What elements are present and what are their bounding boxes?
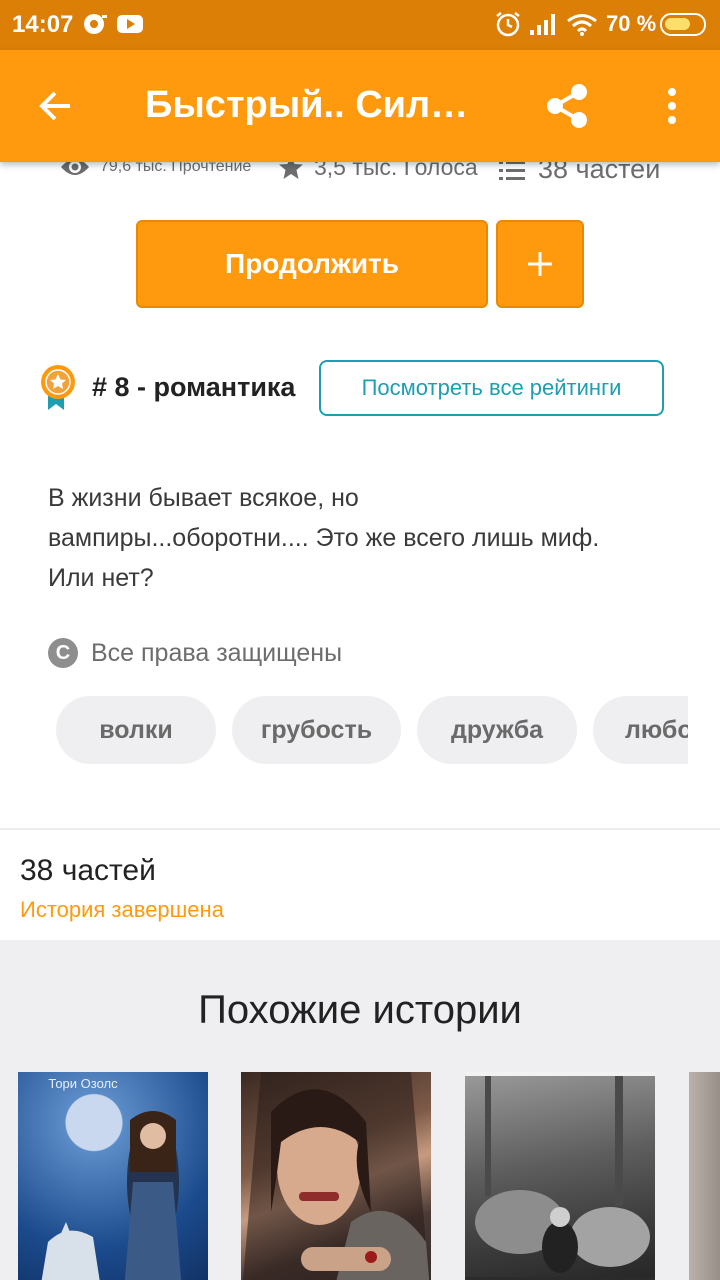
- similar-stories-section: Похожие истории Тори Озолс: [0, 940, 720, 1280]
- section-divider: [0, 828, 720, 830]
- tags-list: волки грубость дружба любо: [56, 696, 688, 766]
- description-line: Или нет?: [48, 564, 154, 592]
- status-bar: 14:07 70 %: [0, 0, 720, 50]
- more-menu-button[interactable]: [640, 74, 704, 138]
- view-all-rankings-button[interactable]: Посмотреть все рейтинги: [319, 360, 664, 416]
- tag-chip[interactable]: любо: [593, 696, 688, 764]
- similar-stories-heading: Похожие истории: [198, 988, 522, 1032]
- story-cover[interactable]: [465, 1072, 655, 1280]
- story-cover[interactable]: Тори Озолс: [18, 1072, 208, 1280]
- cover-art: [41, 1111, 182, 1280]
- copyright-notice: C Все права защищены: [48, 638, 342, 668]
- continue-reading-button[interactable]: Продолжить: [136, 220, 488, 308]
- plus-icon: [528, 252, 552, 276]
- description-line: В жизни бывает всякое, но: [48, 484, 359, 512]
- arrow-left-icon: [39, 91, 70, 121]
- battery-icon: [660, 13, 706, 36]
- battery-percent: 70 %: [606, 11, 657, 36]
- signal-icon: [528, 12, 558, 41]
- status-time: 14:07: [12, 11, 74, 38]
- app-bar: Быстрый.. Силь…: [0, 50, 720, 162]
- ranking-text: # 8 - романтика: [92, 372, 296, 402]
- wifi-icon: [566, 12, 598, 41]
- cover-art: [242, 1072, 430, 1280]
- ranking-badge-icon: [38, 364, 78, 417]
- share-button[interactable]: [535, 74, 599, 138]
- share-icon: [547, 84, 587, 128]
- media-icon: [82, 12, 108, 41]
- cover-art: [465, 1072, 655, 1280]
- copyright-icon: C: [48, 638, 78, 668]
- story-status: История завершена: [20, 897, 224, 922]
- tag-chip[interactable]: грубость: [232, 696, 401, 764]
- story-cover[interactable]: [241, 1072, 431, 1280]
- story-description: В жизни бывает всякое, но вампиры...обор…: [48, 478, 688, 598]
- tag-chip[interactable]: волки: [56, 696, 216, 764]
- story-title: Быстрый.. Силь…: [145, 84, 485, 126]
- story-cover[interactable]: [689, 1072, 720, 1280]
- add-to-library-button[interactable]: [496, 220, 584, 308]
- parts-count[interactable]: 38 частей: [20, 854, 156, 888]
- copyright-text: Все права защищены: [91, 638, 343, 667]
- back-button[interactable]: [24, 74, 88, 138]
- description-line: вампиры...оборотни.... Это же всего лишь…: [48, 524, 600, 552]
- more-vertical-icon: [668, 88, 676, 124]
- alarm-icon: [494, 10, 522, 43]
- youtube-icon: [116, 12, 144, 41]
- tag-chip[interactable]: дружба: [417, 696, 577, 764]
